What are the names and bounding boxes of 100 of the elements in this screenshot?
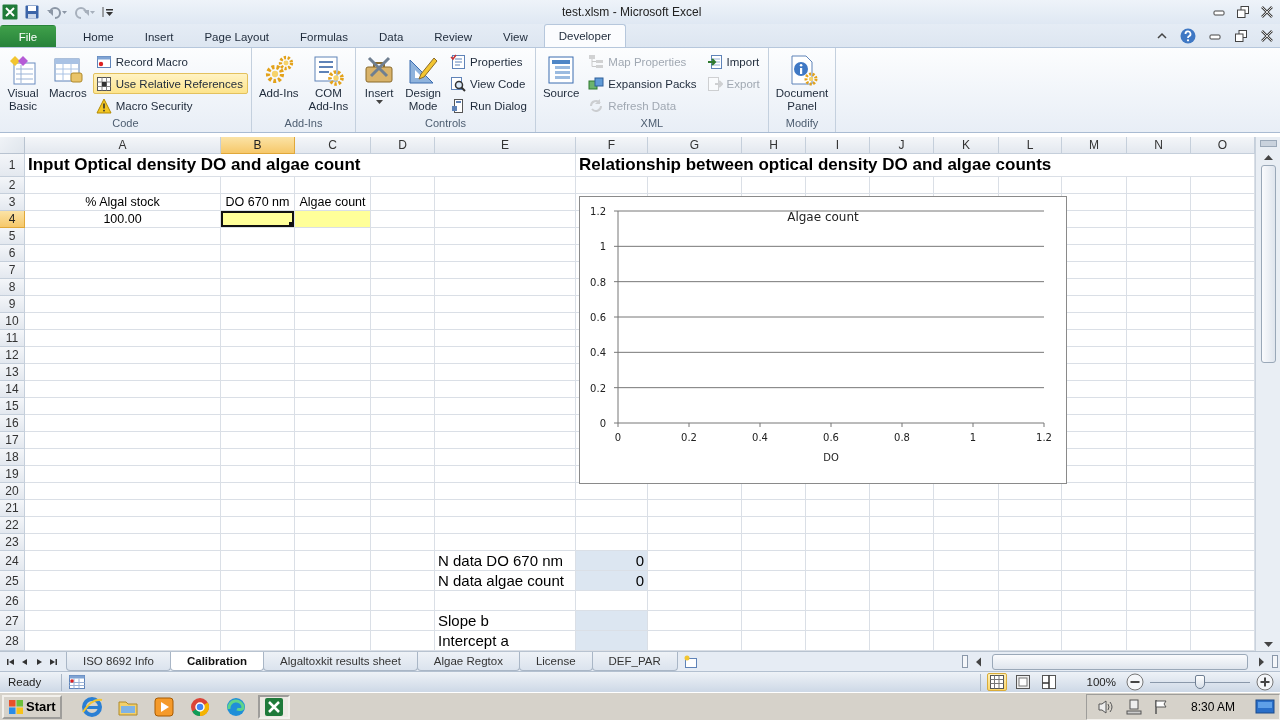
row-header[interactable]: 11 <box>0 330 25 347</box>
column-header[interactable]: N <box>1127 137 1191 154</box>
ribbon-tab[interactable]: Insert <box>129 26 189 47</box>
split-handle[interactable] <box>962 655 968 668</box>
ribbon-button[interactable]: Document Panel <box>771 50 833 117</box>
ribbon-button[interactable]: Properties <box>447 51 532 72</box>
row-header[interactable]: 15 <box>0 398 25 415</box>
row-header[interactable]: 19 <box>0 466 25 483</box>
restore-icon[interactable] <box>1236 5 1250 19</box>
app-logo-icon[interactable] <box>2 4 18 20</box>
sheet-tab[interactable]: ISO 8692 Info <box>66 652 171 671</box>
column-header[interactable]: O <box>1191 137 1255 154</box>
file-tab[interactable]: File <box>0 25 56 47</box>
ribbon-tab[interactable]: Formulas <box>285 26 363 47</box>
zoom-out-icon[interactable] <box>1126 673 1144 691</box>
row-header[interactable]: 20 <box>0 483 25 500</box>
ribbon-button[interactable]: Design Mode <box>401 50 445 117</box>
row-header[interactable]: 4 <box>0 211 25 228</box>
column-header[interactable]: F <box>576 137 648 154</box>
ribbon-button[interactable]: Macro Security <box>92 95 248 116</box>
sheet-tab[interactable]: Calibration <box>169 652 265 671</box>
row-header[interactable]: 5 <box>0 228 25 245</box>
ribbon-tab[interactable]: Data <box>364 26 419 47</box>
row-header[interactable]: 27 <box>0 611 25 631</box>
sheet-tab[interactable]: Algae Regtox <box>416 652 520 671</box>
row-header[interactable]: 25 <box>0 571 25 591</box>
row-header[interactable]: 18 <box>0 449 25 466</box>
ribbon-button[interactable]: Import <box>703 51 765 72</box>
row-header[interactable]: 28 <box>0 631 25 651</box>
ribbon-button[interactable]: Run Dialog <box>447 95 532 116</box>
insert-sheet-icon[interactable] <box>682 654 699 669</box>
column-header[interactable]: L <box>999 137 1062 154</box>
customize-caret-icon[interactable] <box>102 4 114 20</box>
column-header[interactable]: C <box>295 137 371 154</box>
column-header[interactable]: H <box>742 137 806 154</box>
row-header[interactable]: 7 <box>0 262 25 279</box>
scroll-thumb[interactable] <box>1260 165 1276 363</box>
ribbon-button[interactable]: Macros <box>45 50 91 117</box>
next-sheet-icon[interactable] <box>34 656 44 667</box>
row-header[interactable]: 14 <box>0 381 25 398</box>
slider-thumb[interactable] <box>1195 675 1205 689</box>
row-header[interactable]: 1 <box>0 154 25 177</box>
sheet-tab[interactable]: License <box>518 652 593 671</box>
column-header[interactable]: M <box>1062 137 1127 154</box>
ribbon-tab[interactable]: Home <box>68 26 129 47</box>
network-icon[interactable] <box>1124 698 1143 715</box>
column-header[interactable]: D <box>371 137 435 154</box>
sheet-tab[interactable]: Algaltoxkit results sheet <box>263 652 418 671</box>
chart[interactable]: 0 0.2 0.4 0.6 0.8 1 1.2 0 0.2 0.4 0.6 0.8 1 1.2 Algae count DO <box>579 196 1067 484</box>
row-header[interactable]: 26 <box>0 591 25 611</box>
row-header[interactable]: 8 <box>0 279 25 296</box>
close-icon[interactable] <box>1260 28 1274 43</box>
column-header[interactable]: G <box>648 137 742 154</box>
ribbon-button[interactable]: View Code <box>447 73 532 94</box>
row-header[interactable]: 23 <box>0 534 25 551</box>
split-handle[interactable] <box>1259 140 1277 147</box>
ribbon-tab[interactable]: Developer <box>543 24 627 47</box>
vertical-scrollbar[interactable] <box>1255 137 1280 651</box>
restore-icon[interactable] <box>1234 28 1248 43</box>
column-header[interactable]: K <box>934 137 999 154</box>
column-header[interactable]: I <box>806 137 870 154</box>
ribbon-tab[interactable]: Review <box>419 26 487 47</box>
row-header[interactable]: 16 <box>0 415 25 432</box>
row-header[interactable]: 12 <box>0 347 25 364</box>
taskbar-button[interactable] <box>257 694 290 719</box>
save-icon[interactable] <box>24 4 40 20</box>
ribbon-button[interactable]: Insert <box>359 50 400 117</box>
row-header[interactable]: 9 <box>0 296 25 313</box>
ribbon-button[interactable]: Source <box>538 50 584 117</box>
start-button[interactable]: Start <box>2 694 62 719</box>
ribbon-button[interactable]: Use Relative References <box>92 73 248 94</box>
ribbon-button[interactable]: Add-Ins <box>254 50 303 117</box>
ribbon-button[interactable]: COM Add-Ins <box>304 50 353 117</box>
row-header[interactable]: 6 <box>0 245 25 262</box>
ribbon-tab[interactable]: View <box>488 26 543 47</box>
ribbon-button[interactable]: Visual Basic <box>3 50 43 117</box>
previous-sheet-icon[interactable] <box>20 656 30 667</box>
undo-icon[interactable] <box>46 4 68 20</box>
column-header[interactable]: A <box>25 137 221 154</box>
close-icon[interactable] <box>1260 5 1274 19</box>
ribbon-button[interactable]: Record Macro <box>92 51 248 72</box>
ribbon-button[interactable]: Expansion Packs <box>585 73 702 94</box>
zoom-in-icon[interactable] <box>1256 673 1274 691</box>
split-handle[interactable] <box>1272 655 1278 668</box>
zoom-level[interactable]: 100% <box>1086 676 1116 688</box>
zoom-slider[interactable] <box>1150 673 1250 691</box>
clock[interactable]: 8:30 AM <box>1190 699 1235 714</box>
row-header[interactable]: 21 <box>0 500 25 517</box>
row-header[interactable]: 2 <box>0 177 25 194</box>
first-sheet-icon[interactable] <box>6 656 16 667</box>
column-header[interactable]: B <box>221 137 295 154</box>
column-header[interactable]: E <box>435 137 576 154</box>
scroll-thumb[interactable] <box>992 653 1248 670</box>
column-header[interactable]: J <box>870 137 934 154</box>
row-header[interactable]: 13 <box>0 364 25 381</box>
row-header[interactable]: 10 <box>0 313 25 330</box>
row-header[interactable]: 22 <box>0 517 25 534</box>
ribbon-tab[interactable]: Page Layout <box>189 26 285 47</box>
last-sheet-icon[interactable] <box>48 656 58 667</box>
row-header[interactable]: 17 <box>0 432 25 449</box>
